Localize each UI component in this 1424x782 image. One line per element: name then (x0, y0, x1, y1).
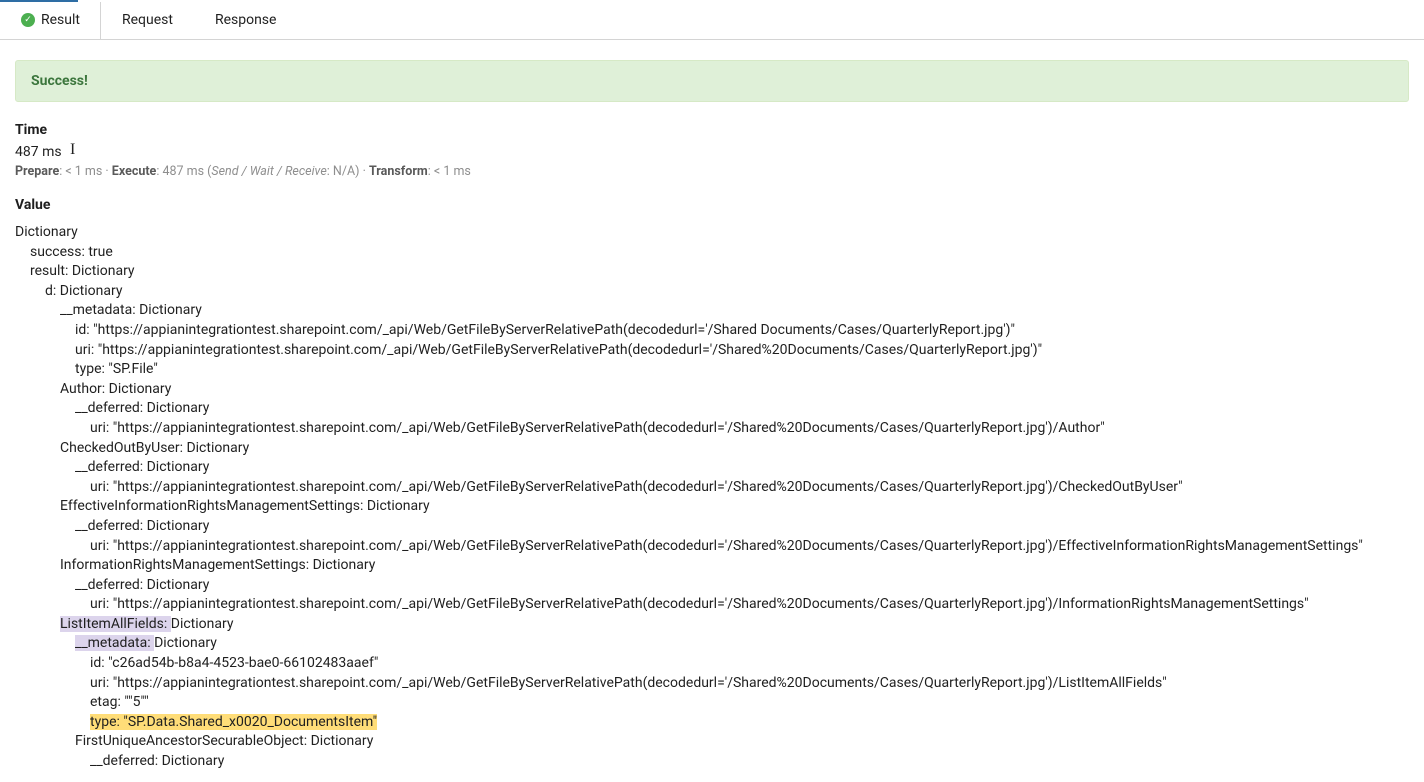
tree-line: uri: "https://appianintegrationtest.shar… (15, 419, 1409, 439)
tree-line: result: Dictionary (15, 262, 1409, 282)
tree-line: __deferred: Dictionary (15, 458, 1409, 478)
tree-line: CheckedOutByUser: Dictionary (15, 439, 1409, 459)
tree-line: __metadata: Dictionary (15, 634, 1409, 654)
tree-line: uri: "https://appianintegrationtest.shar… (15, 341, 1409, 361)
tree-line: uri: "https://appianintegrationtest.shar… (15, 478, 1409, 498)
tree-line: etag: ""5"" (15, 693, 1409, 713)
highlighted-text: type: "SP.Data.Shared_x0020_DocumentsIte… (90, 714, 377, 730)
success-banner: Success! (15, 60, 1409, 102)
tabs-bar: ✓ Result Request Response (0, 2, 1424, 40)
tree-line: __deferred: Dictionary (15, 752, 1409, 772)
transform-val: : < 1 ms (428, 164, 471, 179)
result-tree: Dictionarysuccess: trueresult: Dictionar… (15, 219, 1409, 772)
tree-line: __metadata: Dictionary (15, 301, 1409, 321)
content-area: Success! Time 487 ms I Prepare: < 1 ms ·… (0, 40, 1424, 782)
tree-line: __deferred: Dictionary (15, 399, 1409, 419)
tree-line: d: Dictionary (15, 282, 1409, 302)
execute-label: Execute (112, 164, 157, 179)
tree-line: InformationRightsManagementSettings: Dic… (15, 556, 1409, 576)
tab-label: Response (215, 12, 277, 28)
tree-line: __deferred: Dictionary (15, 576, 1409, 596)
tree-line: success: true (15, 243, 1409, 263)
tree-line: ListItemAllFields: Dictionary (15, 615, 1409, 635)
tree-line: FirstUniqueAncestorSecurableObject: Dict… (15, 732, 1409, 752)
tree-line: uri: "https://appianintegrationtest.shar… (15, 537, 1409, 557)
highlighted-text: ListItemAllFields: (60, 616, 171, 632)
tree-line: type: "SP.Data.Shared_x0020_DocumentsIte… (15, 713, 1409, 733)
highlighted-text: __metadata: (75, 635, 154, 651)
time-detail: Prepare: < 1 ms · Execute: 487 ms (Send … (15, 164, 1409, 179)
swr-val: : N/A) · (327, 164, 369, 179)
tree-line: uri: "https://appianintegrationtest.shar… (15, 595, 1409, 615)
time-value: 487 ms (15, 144, 1409, 160)
tree-line: Author: Dictionary (15, 380, 1409, 400)
tab-request[interactable]: Request (101, 2, 194, 39)
tree-line: Dictionary (15, 223, 1409, 243)
tab-label: Result (41, 12, 80, 28)
tree-line: EffectiveInformationRightsManagementSett… (15, 497, 1409, 517)
tree-line: type: "SP.File" (15, 360, 1409, 380)
value-header: Value (15, 197, 1409, 213)
tab-result[interactable]: ✓ Result (0, 2, 101, 39)
tree-line: __deferred: Dictionary (15, 517, 1409, 537)
tab-label: Request (122, 12, 173, 28)
tree-line: uri: "https://appianintegrationtest.shar… (15, 674, 1409, 694)
swr-label: Send / Wait / Receive (211, 164, 326, 179)
tree-line: id: "https://appianintegrationtest.share… (15, 321, 1409, 341)
transform-label: Transform (369, 164, 428, 179)
execute-val: : 487 ms ( (156, 164, 211, 179)
prepare-val: : < 1 ms · (59, 164, 112, 179)
prepare-label: Prepare (15, 164, 59, 179)
time-header: Time (15, 122, 1409, 138)
tab-response[interactable]: Response (194, 2, 298, 39)
tree-line: id: "c26ad54b-b8a4-4523-bae0-66102483aae… (15, 654, 1409, 674)
check-circle-icon: ✓ (21, 13, 35, 27)
